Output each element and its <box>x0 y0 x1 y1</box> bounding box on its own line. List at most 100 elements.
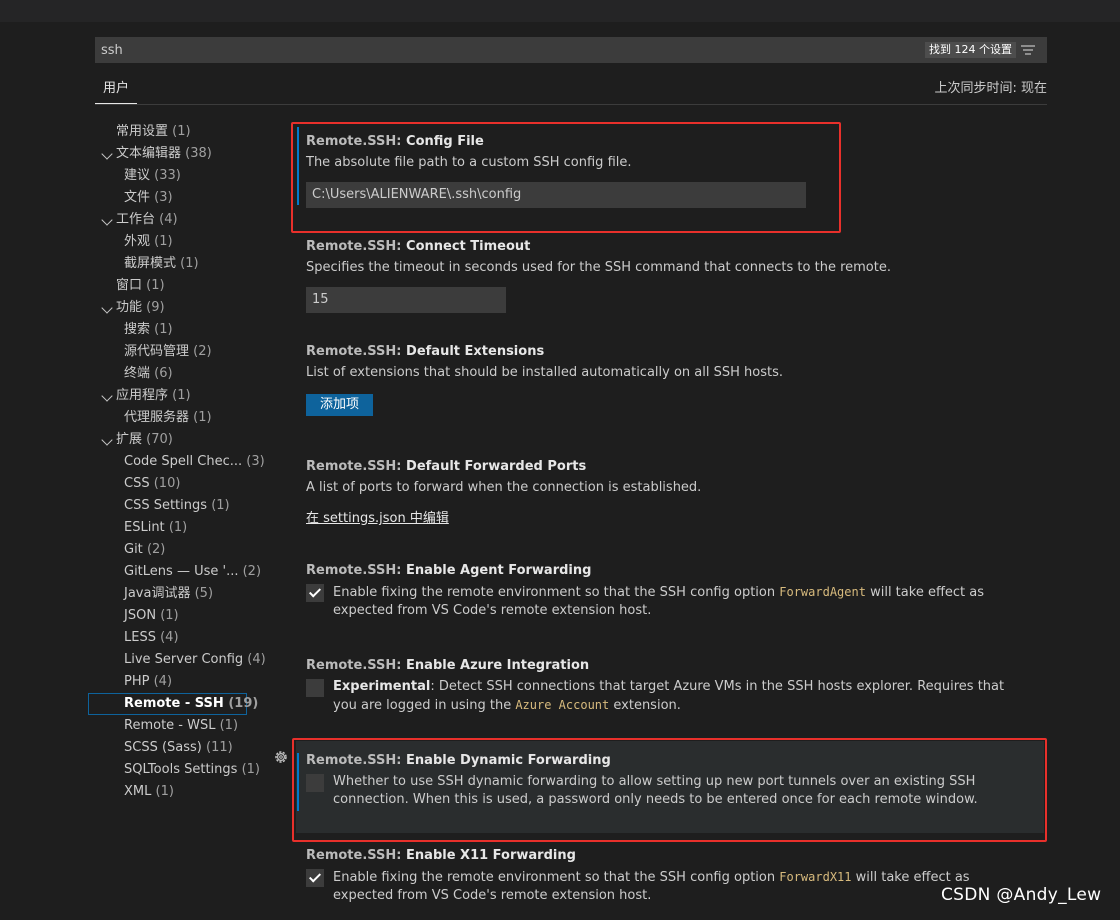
toc-item-label: 源代码管理 <box>124 344 190 359</box>
toc-item-label: JSON <box>124 608 157 623</box>
toc-item[interactable]: JSON (1) <box>88 605 258 627</box>
check-icon <box>308 585 322 598</box>
toc-item-count: (11) <box>206 740 233 755</box>
setting-title: Remote.SSH: Connect Timeout <box>306 239 531 254</box>
toc-item-count: (1) <box>219 718 239 733</box>
edit-in-settings-json-link[interactable]: 在 settings.json 中编辑 <box>306 507 449 526</box>
azure-integration-checkbox[interactable] <box>306 679 324 697</box>
setting-default-extensions: Remote.SSH: Default Extensions List of e… <box>306 343 1036 416</box>
toc-item[interactable]: Remote - WSL (1) <box>88 715 258 737</box>
setting-title: Remote.SSH: Enable Azure Integration <box>306 658 590 673</box>
toc-item-count: (1) <box>154 234 173 249</box>
toc-item[interactable]: Java调试器 (5) <box>88 583 258 605</box>
toc-item[interactable]: PHP (4) <box>88 671 258 693</box>
toc-item-count: (4) <box>153 674 173 689</box>
toc-item-count: (1) <box>180 256 199 271</box>
toc-item[interactable]: 代理服务器 (1) <box>88 407 258 429</box>
toc-item[interactable]: 文件 (3) <box>88 187 258 209</box>
toc-item-count: (19) <box>228 696 259 711</box>
setting-enable-dynamic-forwarding: Remote.SSH: Enable Dynamic Forwarding Wh… <box>306 752 1031 809</box>
toc-item[interactable]: LESS (4) <box>88 627 258 649</box>
toc-item[interactable]: 功能 (9) <box>88 297 258 319</box>
toc-item[interactable]: 扩展 (70) <box>88 429 258 451</box>
toc-item-label: 搜索 <box>124 322 151 337</box>
toc-item[interactable]: 建议 (33) <box>88 165 258 187</box>
toc-item[interactable]: 窗口 (1) <box>88 275 258 297</box>
chevron-down-icon[interactable] <box>101 390 113 402</box>
toc-item[interactable]: GitLens — Use '... (2) <box>88 561 262 583</box>
toc-item[interactable]: 应用程序 (1) <box>88 385 258 407</box>
toc-item[interactable]: 终端 (6) <box>88 363 258 385</box>
toc-item-label: Remote - WSL <box>124 718 216 733</box>
toc-item[interactable]: 常用设置 (1) <box>88 121 258 143</box>
toc-item-label: Code Spell Chec... <box>124 454 243 469</box>
toc-item-label: SQLTools Settings <box>124 762 238 777</box>
toc-item[interactable]: Live Server Config (4) <box>88 649 266 671</box>
toc-item-label: GitLens — Use '... <box>124 564 239 579</box>
x11-forwarding-checkbox[interactable] <box>306 869 324 887</box>
setting-description: Enable fixing the remote environment so … <box>306 868 1026 905</box>
setting-description: Whether to use SSH dynamic forwarding to… <box>306 773 1031 809</box>
toc-item-count: (4) <box>247 652 266 667</box>
toc-item-label: 终端 <box>124 366 151 381</box>
toc-item-label: Java调试器 <box>124 586 191 601</box>
toc-item[interactable]: 外观 (1) <box>88 231 258 253</box>
toc-item[interactable]: 源代码管理 (2) <box>88 341 258 363</box>
toc-item-label: ESLint <box>124 520 165 535</box>
dynamic-forwarding-checkbox[interactable] <box>306 774 324 792</box>
add-item-button[interactable]: 添加项 <box>306 394 374 416</box>
toc-item[interactable]: SCSS (Sass) (11) <box>88 737 258 759</box>
chevron-down-icon[interactable] <box>101 214 113 226</box>
toc-item[interactable]: 搜索 (1) <box>88 319 258 341</box>
toc-item-count: (70) <box>146 432 173 447</box>
settings-search-bar[interactable]: 找到 124 个设置 <box>95 37 1047 63</box>
toc-item-count: (1) <box>146 278 165 293</box>
toc-item-count: (3) <box>154 190 173 205</box>
connect-timeout-input[interactable]: 15 <box>306 287 506 313</box>
settings-scope-tabs: 用户 上次同步时间: 现在 <box>95 74 1047 105</box>
chevron-down-icon[interactable] <box>101 302 113 314</box>
toc-item[interactable]: Remote - SSH (19) <box>88 693 258 715</box>
toc-item[interactable]: 文本编辑器 (38) <box>88 143 258 165</box>
toc-item-label: Remote - SSH <box>124 696 224 711</box>
toc-item[interactable]: 工作台 (4) <box>88 209 258 231</box>
toc-item[interactable]: Git (2) <box>88 539 258 561</box>
toc-item-label: Git <box>124 542 143 557</box>
toc-item-count: (10) <box>153 476 181 491</box>
toc-item-label: 窗口 <box>116 278 143 293</box>
search-result-count: 找到 124 个设置 <box>925 42 1016 58</box>
toc-item-label: 扩展 <box>116 432 143 447</box>
toc-item-label: 应用程序 <box>116 388 169 403</box>
toc-item-label: 工作台 <box>116 212 156 227</box>
toc-item-label: CSS <box>124 476 150 491</box>
agent-forwarding-checkbox[interactable] <box>306 584 324 602</box>
filter-list-icon[interactable] <box>1019 41 1037 59</box>
settings-toc: 常用设置 (1) 文本编辑器 (38) 建议 (33) 文件 (3) 工作台 (4) 外观… <box>88 121 266 803</box>
toc-item[interactable]: ESLint (1) <box>88 517 258 539</box>
setting-config-file: Remote.SSH: Config File The absolute fil… <box>306 133 806 208</box>
gear-icon[interactable] <box>273 749 289 765</box>
toc-item[interactable]: Code Spell Chec... (3) <box>88 451 265 473</box>
toc-item-label: 截屏模式 <box>124 256 177 271</box>
title-bar <box>0 0 1120 22</box>
setting-connect-timeout: Remote.SSH: Connect Timeout Specifies th… <box>306 238 1036 313</box>
toc-item-count: (2) <box>146 542 166 557</box>
toc-item-count: (2) <box>242 564 262 579</box>
setting-title: Remote.SSH: Enable Agent Forwarding <box>306 563 592 578</box>
tab-user[interactable]: 用户 <box>95 74 138 104</box>
settings-search-input[interactable] <box>101 37 901 63</box>
check-icon <box>308 870 322 883</box>
toc-item-count: (5) <box>194 586 214 601</box>
toc-item-label: SCSS (Sass) <box>124 740 202 755</box>
chevron-down-icon[interactable] <box>101 148 113 160</box>
toc-item-count: (38) <box>185 146 212 161</box>
config-file-input[interactable]: C:\Users\ALIENWARE\.ssh\config <box>306 182 806 208</box>
toc-item[interactable]: XML (1) <box>88 781 258 803</box>
toc-item-count: (9) <box>146 300 165 315</box>
chevron-down-icon[interactable] <box>101 434 113 446</box>
toc-item[interactable]: SQLTools Settings (1) <box>88 759 260 781</box>
setting-description: Enable fixing the remote environment so … <box>306 583 1026 620</box>
toc-item[interactable]: 截屏模式 (1) <box>88 253 258 275</box>
toc-item[interactable]: CSS Settings (1) <box>88 495 258 517</box>
toc-item[interactable]: CSS (10) <box>88 473 258 495</box>
